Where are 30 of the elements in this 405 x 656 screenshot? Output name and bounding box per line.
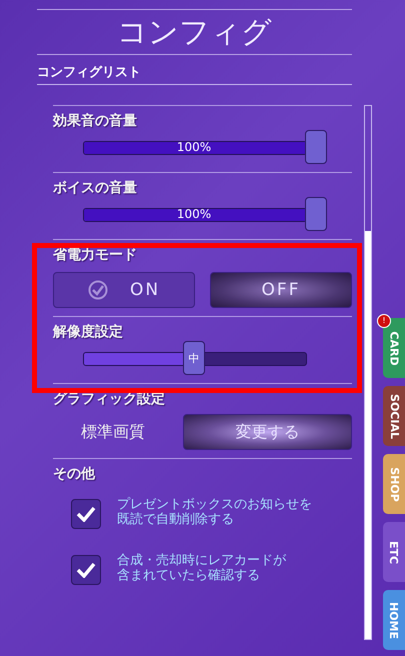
slider-thumb[interactable]: 中 (183, 341, 205, 375)
checkbox[interactable] (71, 499, 101, 529)
volume-reading: 100% (176, 140, 212, 154)
section-label: グラフィック設定 (53, 390, 166, 408)
volume-reading: 100% (176, 207, 212, 221)
section-label: 省電力モード (53, 246, 138, 264)
section-label: ボイスの音量 (53, 179, 138, 197)
check-icon (76, 506, 96, 522)
check-icon (76, 562, 96, 578)
section-label: 効果音の音量 (53, 112, 138, 130)
screen-title: コンフィグ (37, 9, 352, 55)
slider-thumb[interactable] (305, 197, 327, 231)
side-tab[interactable]: SOCIAL (383, 386, 405, 446)
option-text: プレゼントボックスのお知らせを 既読で自動削除する (117, 497, 312, 527)
side-tab[interactable]: HOME (383, 590, 405, 650)
slider-thumb[interactable] (305, 130, 327, 164)
section-label: 解像度設定 (53, 323, 124, 341)
scrollbar[interactable] (364, 105, 372, 640)
section-label: その他 (53, 465, 96, 483)
check-circle-icon (88, 280, 108, 300)
toggle-option[interactable]: OFF (210, 272, 352, 308)
change-button[interactable]: 変更する (183, 414, 352, 450)
alert-badge: ! (377, 314, 391, 328)
graphics-quality: 標準画質 (81, 422, 146, 442)
list-heading: コンフィグリスト (37, 63, 352, 85)
side-tab[interactable]: ETC (383, 522, 405, 582)
side-tab[interactable]: SHOP (383, 454, 405, 514)
toggle-option[interactable]: ON (53, 272, 195, 308)
option-text: 合成・売却時にレアカードが 含まれていたら確認する (117, 553, 286, 583)
checkbox[interactable] (71, 555, 101, 585)
